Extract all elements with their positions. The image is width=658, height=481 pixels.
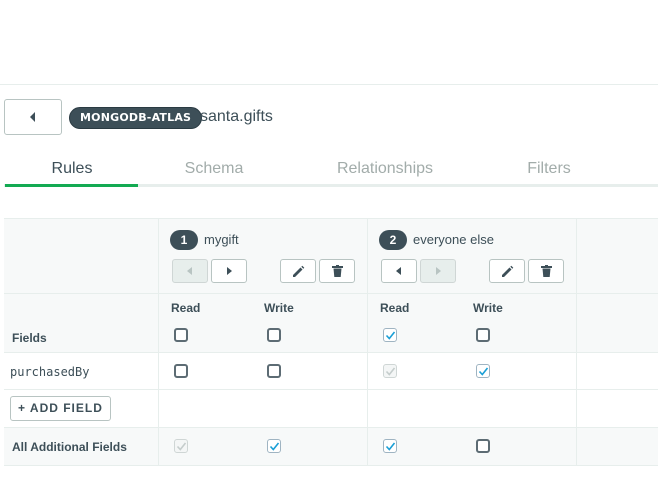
trash-icon: [540, 265, 552, 277]
grid-line: [158, 218, 159, 465]
role-name: mygift: [204, 232, 239, 247]
read-checkbox[interactable]: [174, 364, 188, 378]
read-checkbox: [174, 439, 188, 453]
grid-line: [4, 389, 658, 390]
top-divider: [0, 84, 658, 85]
add-field-button[interactable]: + ADD FIELD: [10, 396, 111, 421]
caret-left-icon: [187, 267, 193, 275]
write-checkbox[interactable]: [476, 364, 490, 378]
field-name: purchasedBy: [10, 365, 90, 379]
back-button[interactable]: [4, 99, 62, 135]
role-order-badge: 2: [379, 230, 407, 250]
move-role-left-button[interactable]: [172, 259, 208, 283]
read-column-label: Read: [380, 301, 410, 315]
pencil-icon: [292, 265, 305, 278]
caret-right-icon: [435, 267, 441, 275]
grid-line: [4, 352, 658, 353]
trash-icon: [331, 265, 343, 277]
read-column-label: Read: [171, 301, 201, 315]
write-checkbox[interactable]: [267, 364, 281, 378]
grid-line: [576, 218, 577, 465]
move-role-left-button[interactable]: [381, 259, 417, 283]
caret-left-icon: [29, 112, 37, 122]
additional-fields-label: All Additional Fields: [12, 440, 127, 454]
write-column-label: Write: [473, 301, 503, 315]
service-badge: MONGODB-ATLAS: [69, 107, 203, 129]
read-all-checkbox[interactable]: [174, 328, 188, 342]
write-column-label: Write: [264, 301, 294, 315]
pencil-icon: [501, 265, 514, 278]
namespace-title: santa.gifts: [200, 108, 273, 125]
write-all-checkbox[interactable]: [267, 328, 281, 342]
grid-line: [367, 218, 368, 465]
write-checkbox[interactable]: [267, 439, 281, 453]
grid-line: [4, 293, 658, 294]
active-tab-indicator: [5, 184, 138, 187]
grid-line: [4, 427, 658, 428]
fields-header: Fields: [12, 331, 47, 345]
read-checkbox: [383, 364, 397, 378]
role-name: everyone else: [413, 232, 494, 247]
edit-role-button[interactable]: [489, 259, 525, 283]
read-checkbox[interactable]: [383, 439, 397, 453]
write-checkbox[interactable]: [476, 439, 490, 453]
caret-left-icon: [396, 267, 402, 275]
grid-line: [4, 218, 658, 219]
caret-right-icon: [226, 267, 232, 275]
delete-role-button[interactable]: [528, 259, 564, 283]
header-band: [4, 219, 658, 352]
delete-role-button[interactable]: [319, 259, 355, 283]
tab-filters[interactable]: Filters: [515, 158, 583, 180]
edit-role-button[interactable]: [280, 259, 316, 283]
tab-schema[interactable]: Schema: [170, 158, 258, 180]
grid-line: [4, 465, 658, 466]
write-all-checkbox[interactable]: [476, 328, 490, 342]
tab-rules[interactable]: Rules: [30, 158, 114, 180]
tab-relationships[interactable]: Relationships: [325, 158, 445, 180]
read-all-checkbox[interactable]: [383, 328, 397, 342]
move-role-right-button[interactable]: [420, 259, 456, 283]
role-order-badge: 1: [170, 230, 198, 250]
move-role-right-button[interactable]: [211, 259, 247, 283]
